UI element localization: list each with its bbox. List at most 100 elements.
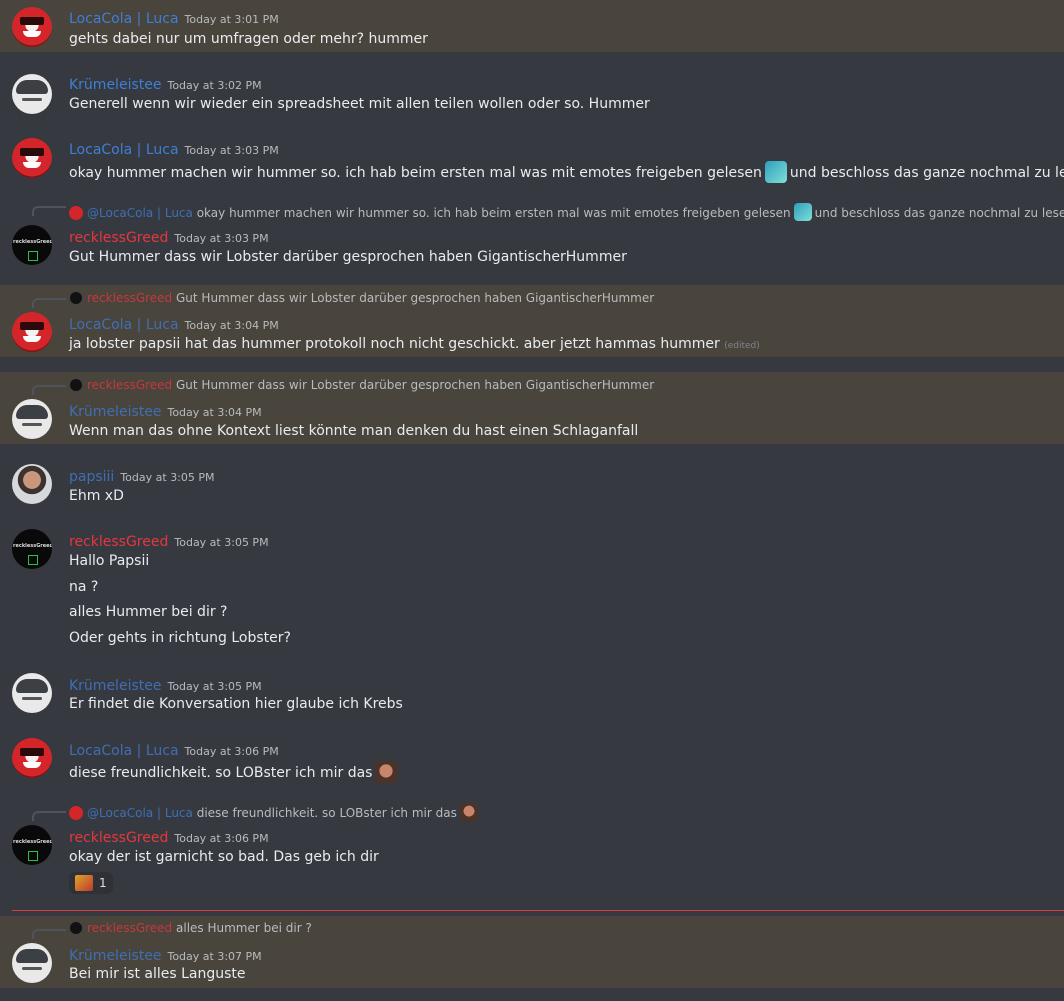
message-header: LocaCola | Luca Today at 3:03 PM (69, 139, 279, 158)
message-header: Krümeleistee Today at 3:04 PM (69, 401, 262, 420)
author-name[interactable]: LocaCola | Luca (69, 11, 179, 27)
avatar[interactable] (12, 138, 52, 178)
reaction-count: 1 (99, 876, 107, 890)
author-name[interactable]: LocaCola | Luca (69, 317, 179, 333)
message-header: LocaCola | Luca Today at 3:01 PM (69, 8, 279, 27)
reply-spine (32, 929, 66, 939)
message-item: LocaCola | Luca Today at 3:03 PM okay hum… (0, 133, 1064, 185)
timestamp: Today at 3:05 PM (174, 536, 269, 549)
reaction-pill[interactable]: 1 (69, 872, 113, 894)
reply-text: Gut Hummer dass wir Lobster darüber gesp… (176, 378, 655, 392)
reply-preview[interactable]: recklessGreed Gut Hummer dass wir Lobste… (69, 291, 654, 305)
message-header: Krümeleistee Today at 3:07 PM (69, 945, 262, 964)
reply-author: recklessGreed (87, 378, 173, 392)
author-name[interactable]: recklessGreed (69, 830, 168, 846)
message-text-part: okay hummer machen wir hummer so. ich ha… (69, 165, 762, 181)
message-item: Krümeleistee Today at 3:05 PM Er findet d… (0, 668, 1064, 720)
message-text-part: ja lobster papsii hat das hummer protoko… (69, 336, 720, 352)
message-text: Bei mir ist alles Languste (69, 966, 246, 982)
timestamp: Today at 3:01 PM (184, 13, 279, 26)
reply-text: und beschloss das ganze nochmal zu lesen (814, 206, 1064, 220)
message-header: recklessGreed Today at 3:03 PM (69, 227, 269, 246)
author-name[interactable]: LocaCola | Luca (69, 142, 179, 158)
reaction-emote-icon (75, 875, 93, 891)
avatar[interactable] (12, 312, 52, 352)
timestamp: Today at 3:05 PM (120, 471, 215, 484)
message-item: @LocaCola | Luca okay hummer machen wir … (0, 197, 1064, 272)
message-header: Krümeleistee Today at 3:05 PM (69, 675, 262, 694)
reply-avatar-icon (69, 291, 83, 305)
timestamp: Today at 3:02 PM (167, 79, 262, 92)
message-text: diese freundlichkeit. so LOBster ich mir… (69, 761, 400, 783)
avatar[interactable] (12, 464, 52, 504)
author-name[interactable]: Krümeleistee (69, 77, 161, 93)
author-name[interactable]: LocaCola | Luca (69, 743, 179, 759)
timestamp: Today at 3:03 PM (174, 232, 269, 245)
message-text: okay der ist garnicht so bad. Das geb ic… (69, 849, 379, 865)
avatar[interactable] (12, 943, 52, 983)
message-item: recklessGreed Gut Hummer dass wir Lobste… (0, 285, 1064, 357)
message-item: Krümeleistee Today at 3:02 PM Generell we… (0, 68, 1064, 120)
face-emote-icon[interactable] (375, 761, 398, 783)
message-header: papsiii Today at 3:05 PM (69, 466, 215, 485)
reply-text: alles Hummer bei dir ? (176, 921, 312, 935)
message-item: LocaCola | Luca Today at 3:01 PM gehts da… (0, 0, 1064, 52)
timestamp: Today at 3:06 PM (174, 832, 269, 845)
message-text: Gut Hummer dass wir Lobster darüber gesp… (69, 249, 627, 265)
reply-preview[interactable]: @LocaCola | Luca okay hummer machen wir … (69, 203, 1064, 221)
author-name[interactable]: recklessGreed (69, 230, 168, 246)
message-header: recklessGreed Today at 3:05 PM (69, 531, 269, 550)
reply-spine (32, 385, 66, 395)
message-text-part: diese freundlichkeit. so LOBster ich mir… (69, 765, 373, 781)
message-text: ja lobster papsii hat das hummer protoko… (69, 336, 760, 352)
message-line: Hallo Papsii (69, 553, 150, 569)
reply-author: @LocaCola | Luca (87, 806, 193, 820)
new-messages-divider (12, 910, 1064, 911)
reply-spine (32, 206, 66, 216)
reply-author: recklessGreed (87, 921, 173, 935)
message-text-part: und beschloss das ganze nochmal zu lesen (789, 165, 1064, 181)
edited-label: (edited) (724, 341, 760, 351)
message-line: Oder gehts in richtung Lobster? (69, 630, 291, 646)
message-header: LocaCola | Luca Today at 3:06 PM (69, 740, 279, 759)
author-name[interactable]: papsiii (69, 469, 114, 485)
avatar[interactable] (12, 7, 52, 47)
avatar[interactable] (12, 225, 52, 265)
avatar[interactable] (12, 74, 52, 114)
message-line: alles Hummer bei dir ? (69, 604, 228, 620)
avatar[interactable] (12, 738, 52, 778)
author-name[interactable]: Krümeleistee (69, 678, 161, 694)
message-item: recklessGreed alles Hummer bei dir ? Krü… (0, 916, 1064, 988)
avatar[interactable] (12, 825, 52, 865)
reply-text: Gut Hummer dass wir Lobster darüber gesp… (176, 291, 655, 305)
timestamp: Today at 3:03 PM (184, 144, 279, 157)
reply-preview[interactable]: @LocaCola | Luca diese freundlichkeit. s… (69, 803, 481, 821)
avatar[interactable] (12, 529, 52, 569)
message-header: LocaCola | Luca Today at 3:04 PM (69, 314, 279, 333)
hummer-emote-icon[interactable] (764, 161, 787, 183)
author-name[interactable]: recklessGreed (69, 534, 168, 550)
reply-preview[interactable]: recklessGreed alles Hummer bei dir ? (69, 921, 312, 935)
avatar[interactable] (12, 673, 52, 713)
reply-avatar-icon (69, 921, 83, 935)
message-item: recklessGreed Today at 3:05 PM Hallo Paps… (0, 524, 1064, 654)
timestamp: Today at 3:04 PM (184, 319, 279, 332)
message-item: LocaCola | Luca Today at 3:06 PM diese fr… (0, 733, 1064, 785)
timestamp: Today at 3:04 PM (167, 406, 262, 419)
timestamp: Today at 3:06 PM (184, 745, 279, 758)
message-text: Wenn man das ohne Kontext liest könnte m… (69, 423, 639, 439)
reply-author: @LocaCola | Luca (87, 206, 193, 220)
reply-avatar-icon (69, 378, 83, 392)
message-header: Krümeleistee Today at 3:02 PM (69, 74, 262, 93)
message-item: @LocaCola | Luca diese freundlichkeit. s… (0, 797, 1064, 901)
author-name[interactable]: Krümeleistee (69, 404, 161, 420)
message-line: na ? (69, 579, 99, 595)
avatar[interactable] (12, 399, 52, 439)
face-emote-icon (459, 803, 478, 821)
reply-preview[interactable]: recklessGreed Gut Hummer dass wir Lobste… (69, 378, 654, 392)
message-text: Er findet die Konversation hier glaube i… (69, 696, 403, 712)
message-text: Generell wenn wir wieder ein spreadsheet… (69, 96, 650, 112)
author-name[interactable]: Krümeleistee (69, 948, 161, 964)
reply-text: okay hummer machen wir hummer so. ich ha… (196, 206, 791, 220)
timestamp: Today at 3:07 PM (167, 950, 262, 963)
